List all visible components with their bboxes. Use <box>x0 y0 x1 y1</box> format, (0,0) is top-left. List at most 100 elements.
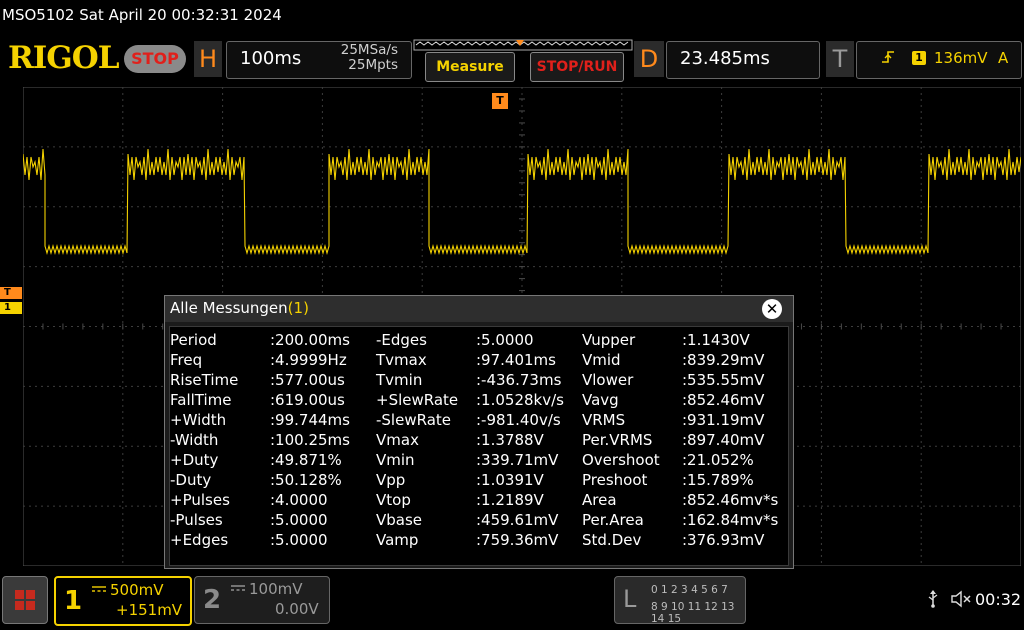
delay-label[interactable]: D <box>634 41 664 77</box>
grid-menu-icon <box>15 590 35 610</box>
measurement-name: Tvmin <box>376 371 423 389</box>
run-state-badge[interactable]: STOP <box>124 45 186 73</box>
memory-position-bar <box>413 39 633 51</box>
measurement-name: -SlewRate <box>376 411 451 429</box>
measurements-title-text: Alle Messungen <box>170 299 288 317</box>
measurements-title: Alle Messungen(1) <box>170 299 309 317</box>
measurement-name: -Edges <box>376 331 427 349</box>
measurement-name: +Width <box>170 411 227 429</box>
sample-rate-info: 25MSa/s 25Mpts <box>324 43 398 73</box>
measurement-name: Preshoot <box>582 471 648 489</box>
measurement-value: :1.3788V <box>476 431 544 449</box>
trigger-channel-badge: 1 <box>912 51 926 65</box>
rigol-logo: RIGOL <box>8 40 120 76</box>
measurement-name: Vtop <box>376 491 411 509</box>
measurement-value: :1.0528kv/s <box>476 391 564 409</box>
measurement-name: Per.Area <box>582 511 644 529</box>
channel1-scale: 500mV <box>110 581 164 599</box>
trigger-position-marker[interactable]: T <box>492 93 508 109</box>
measure-button[interactable]: Measure <box>425 52 515 82</box>
measurement-value: :4.0000 <box>270 491 328 509</box>
measurement-value: :1.1430V <box>682 331 750 349</box>
measurement-value: :839.29mV <box>682 351 765 369</box>
logic-channels-row1: 0 1 2 3 4 5 6 7 <box>651 584 728 596</box>
measurement-name: +Duty <box>170 451 219 469</box>
measurement-value: :4.9999Hz <box>270 351 347 369</box>
measurement-name: +SlewRate <box>376 391 459 409</box>
delay-value: 23.485ms <box>680 48 770 69</box>
measurement-name: RiseTime <box>170 371 239 389</box>
measurement-name: VRMS <box>582 411 626 429</box>
measurement-name: Std.Dev <box>582 531 642 549</box>
rising-edge-icon <box>882 51 894 63</box>
close-icon[interactable]: ✕ <box>762 299 782 319</box>
measurement-value: :459.61mV <box>476 511 559 529</box>
measurement-name: Vupper <box>582 331 636 349</box>
measurement-value: :100.25ms <box>270 431 350 449</box>
measurement-value: :376.93mV <box>682 531 765 549</box>
measurement-name: Vlower <box>582 371 634 389</box>
measurement-name: Vmax <box>376 431 419 449</box>
channel1-number: 1 <box>64 586 83 616</box>
channel1-offset: +151mV <box>116 601 183 619</box>
dc-coupling-icon <box>92 586 106 592</box>
horizontal-label[interactable]: H <box>194 41 222 77</box>
measurement-name: +Edges <box>170 531 229 549</box>
channel2-number: 2 <box>203 585 222 615</box>
measurement-value: :852.46mV <box>682 391 765 409</box>
measurement-name: FallTime <box>170 391 232 409</box>
measurement-value: :99.744ms <box>270 411 350 429</box>
measurement-name: Period <box>170 331 217 349</box>
measurement-value: :50.128% <box>270 471 342 489</box>
measurement-name: Vmin <box>376 451 415 469</box>
measurement-value: :-436.73ms <box>476 371 562 389</box>
logic-analyzer-button[interactable]: L 0 1 2 3 4 5 6 7 8 9 10 11 12 13 14 15 <box>614 576 746 625</box>
stop-run-button[interactable]: STOP/RUN <box>530 52 624 82</box>
measurement-name: Vbase <box>376 511 423 529</box>
measurement-value: :97.401ms <box>476 351 556 369</box>
measurement-value: :162.84mv*s <box>682 511 779 529</box>
channel1-offset-marker[interactable]: 1 <box>0 302 22 314</box>
measurement-name: Vamp <box>376 531 419 549</box>
sample-rate: 25MSa/s <box>340 42 398 58</box>
measurement-value: :1.2189V <box>476 491 544 509</box>
measurement-value: :5.0000 <box>476 331 534 349</box>
logic-label: L <box>623 585 637 613</box>
measurement-name: Overshoot <box>582 451 660 469</box>
trigger-level-marker[interactable]: T <box>0 287 22 299</box>
measurement-name: +Pulses <box>170 491 230 509</box>
measurements-table: Period :200.00ms Freq :4.9999Hz RiseTime :577… <box>169 326 789 566</box>
measurement-value: :5.0000 <box>270 531 328 549</box>
measurement-name: Tvmax <box>376 351 427 369</box>
measurement-name: Area <box>582 491 617 509</box>
trigger-mode: A <box>998 49 1009 67</box>
measurement-value: :49.871% <box>270 451 342 469</box>
speaker-muted-icon[interactable] <box>950 590 972 608</box>
measurement-name: Vpp <box>376 471 406 489</box>
measurement-value: :339.71mV <box>476 451 559 469</box>
measurement-name: Freq <box>170 351 203 369</box>
clock: 00:32 <box>975 590 1022 609</box>
usb-icon <box>928 590 938 608</box>
measurement-value: :759.36mV <box>476 531 559 549</box>
channel1-button[interactable]: 1 500mV +151mV <box>54 576 192 626</box>
channel2-offset: 0.00V <box>275 600 319 618</box>
measurement-name: -Width <box>170 431 219 449</box>
measurements-count: (1) <box>287 299 309 317</box>
memory-depth: 25Mpts <box>348 57 398 73</box>
measurement-value: :-981.40v/s <box>476 411 561 429</box>
measurement-value: :931.19mV <box>682 411 765 429</box>
measurement-value: :200.00ms <box>270 331 350 349</box>
measurement-name: Vavg <box>582 391 619 409</box>
dc-coupling-icon <box>231 585 245 591</box>
measurement-value: :577.00us <box>270 371 345 389</box>
channel2-button[interactable]: 2 100mV 0.00V <box>194 576 330 624</box>
trigger-label[interactable]: T <box>826 41 854 77</box>
logic-channels-row2: 8 9 10 11 12 13 14 15 <box>651 601 735 625</box>
measurement-value: :619.00us <box>270 391 345 409</box>
measurement-value: :21.052% <box>682 451 754 469</box>
channel2-scale: 100mV <box>249 580 303 598</box>
measurement-name: -Duty <box>170 471 212 489</box>
measurement-value: :535.55mV <box>682 371 765 389</box>
menu-button[interactable] <box>2 576 48 624</box>
